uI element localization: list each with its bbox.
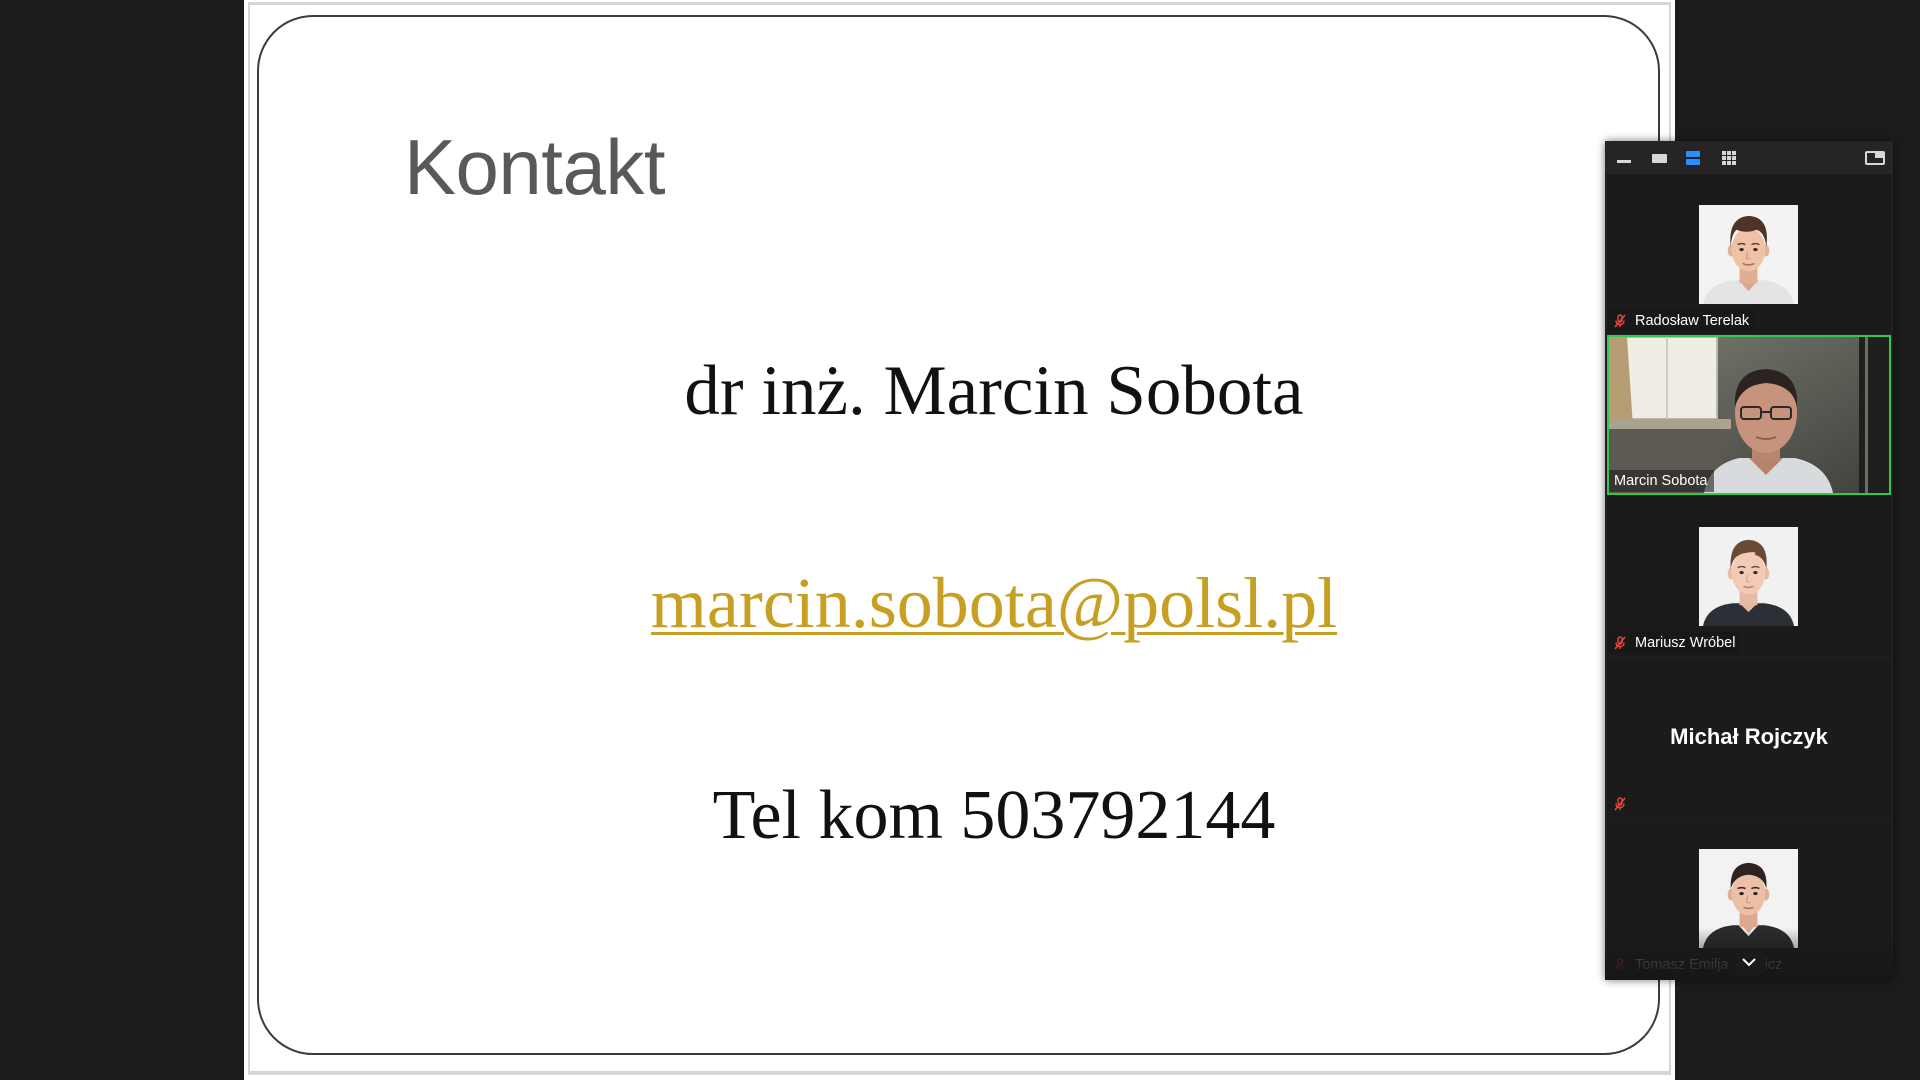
participant-tile[interactable]: Michał Rojczyk: [1607, 657, 1891, 817]
participant-name-start: Tomasz Emilja: [1635, 957, 1729, 973]
speaker-view-icon[interactable]: [1652, 154, 1667, 163]
contact-email-row: marcin.sobota@polsl.pl: [394, 567, 1594, 639]
participant-name-label: Radosław Terelak: [1608, 310, 1756, 332]
hide-panel-icon[interactable]: [1865, 151, 1885, 165]
shared-screen-slide: Kontakt dr inż. Marcin Sobota marcin.sob…: [244, 0, 1675, 1080]
strip-bar: [1686, 159, 1700, 165]
grid-cell: [1732, 151, 1736, 155]
participant-name: Radosław Terelak: [1635, 313, 1750, 329]
grid-cell: [1722, 151, 1726, 155]
participant-name: Mariusz Wróbel: [1635, 635, 1736, 651]
mic-muted-icon: [1614, 797, 1626, 811]
mic-muted-icon: [1614, 636, 1626, 650]
mic-muted-icon: [1614, 314, 1626, 328]
minimize-icon[interactable]: [1617, 160, 1631, 163]
participant-tile[interactable]: Mariusz Wróbel: [1607, 496, 1891, 656]
chevron-down-icon: [1742, 957, 1756, 966]
participant-status-label: [1608, 793, 1633, 815]
scroll-down-button[interactable]: [1735, 949, 1763, 975]
grid-cell: [1727, 151, 1731, 155]
participant-tile-active-speaker[interactable]: Marcin Sobota: [1607, 335, 1891, 495]
participants-panel: Radosław Terelak Marcin Sobota Mariusz W…: [1605, 141, 1893, 980]
slide-title: Kontakt: [404, 123, 666, 211]
participant-name-end: icz: [1764, 957, 1783, 973]
participant-name-label: Mariusz Wróbel: [1608, 632, 1742, 654]
participant-name-label: Marcin Sobota: [1609, 470, 1714, 492]
contact-phone: Tel kom 503792144: [712, 777, 1276, 854]
meeting-window: Kontakt dr inż. Marcin Sobota marcin.sob…: [0, 0, 1920, 1080]
grid-cell: [1722, 161, 1726, 165]
panel-toolbar: [1605, 141, 1893, 174]
gallery-view-icon[interactable]: [1722, 151, 1736, 165]
participant-tile[interactable]: Radosław Terelak: [1607, 174, 1891, 334]
participant-photo: [1699, 849, 1798, 948]
grid-cell: [1727, 161, 1731, 165]
gallery-strip-icon[interactable]: [1686, 151, 1700, 165]
strip-bar: [1686, 151, 1700, 157]
participant-name-center: Michał Rojczyk: [1670, 724, 1828, 749]
participant-photo: [1699, 205, 1798, 304]
mic-muted-icon: [1614, 958, 1626, 972]
participant-name: Marcin Sobota: [1614, 473, 1708, 489]
contact-name: dr inż. Marcin Sobota: [684, 352, 1304, 430]
grid-cell: [1727, 156, 1731, 160]
contact-email-link[interactable]: marcin.sobota@polsl.pl: [651, 563, 1337, 643]
grid-cell: [1732, 161, 1736, 165]
grid-cell: [1732, 156, 1736, 160]
participant-photo: [1699, 527, 1798, 626]
grid-cell: [1722, 156, 1726, 160]
